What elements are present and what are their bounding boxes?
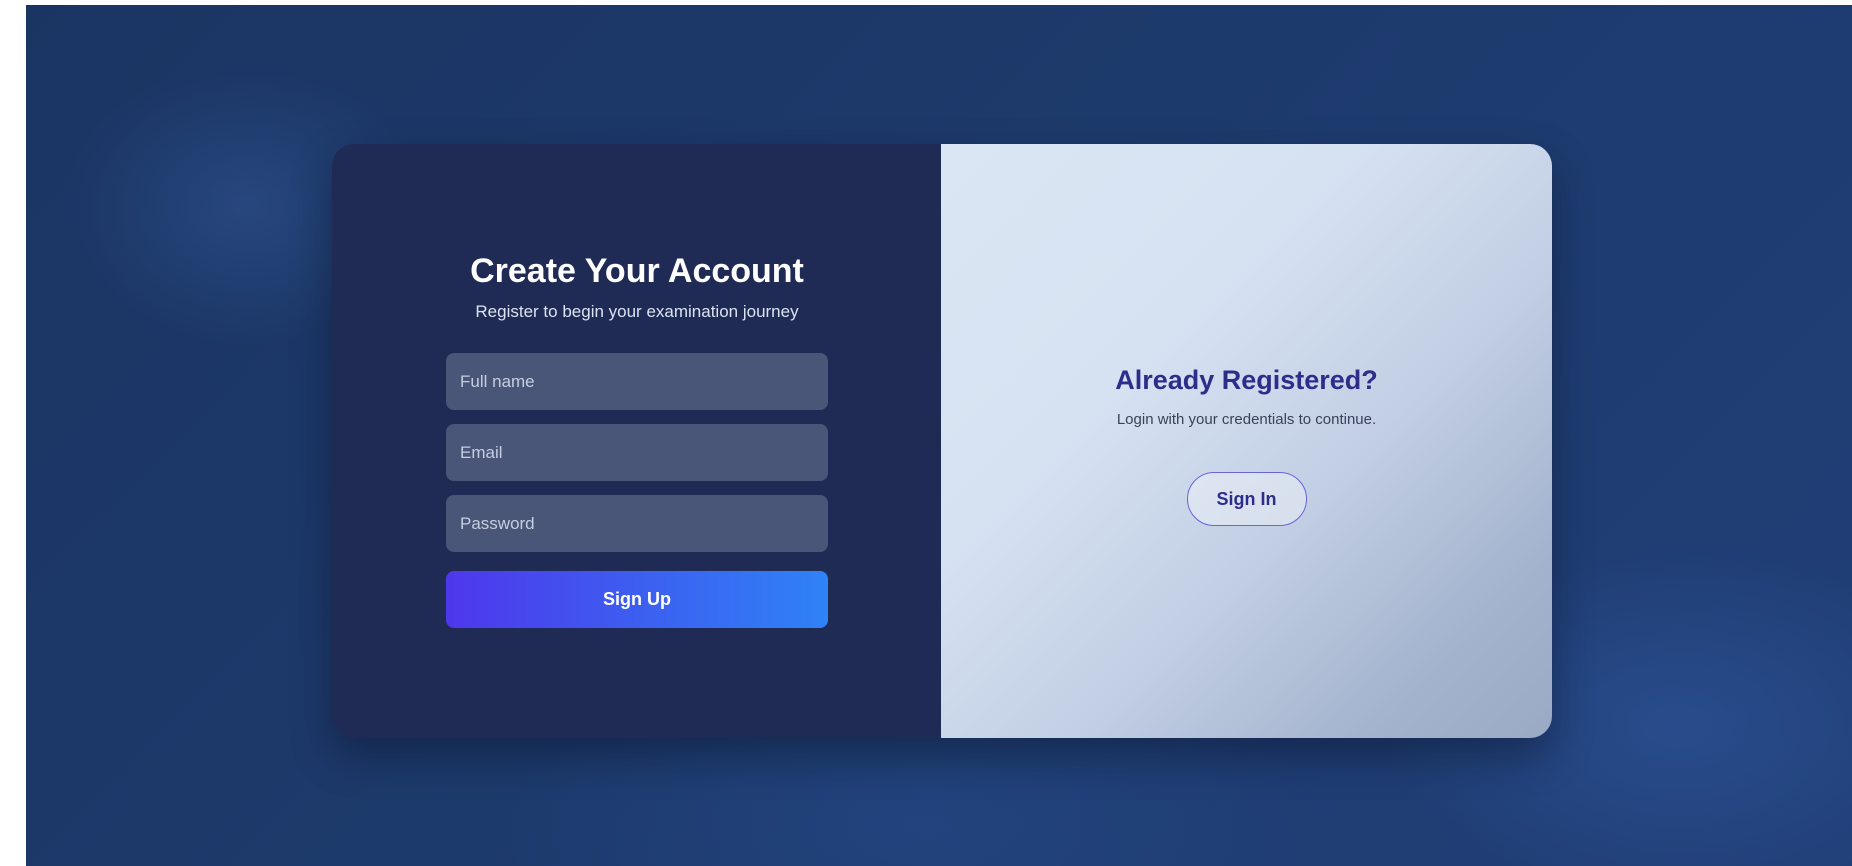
register-subtitle: Register to begin your examination journ… [475,302,799,321]
login-prompt-panel: Already Registered? Login with your cred… [941,144,1552,738]
login-prompt: Already Registered? Login with your cred… [941,362,1552,526]
login-prompt-text: Login with your credentials to continue. [1116,411,1377,428]
sign-up-button[interactable]: Sign Up [446,571,828,628]
login-prompt-title: Already Registered? [1115,365,1378,395]
page-background: Create Your Account Register to begin yo… [26,5,1852,866]
register-panel: Create Your Account Register to begin yo… [332,144,941,738]
sign-in-button[interactable]: Sign In [1186,472,1307,526]
password-input[interactable] [446,495,828,552]
register-form: Create Your Account Register to begin yo… [446,249,828,628]
register-title: Create Your Account [470,252,804,290]
auth-card: Create Your Account Register to begin yo… [332,144,1552,738]
full-name-input[interactable] [446,353,828,410]
email-input[interactable] [446,424,828,481]
